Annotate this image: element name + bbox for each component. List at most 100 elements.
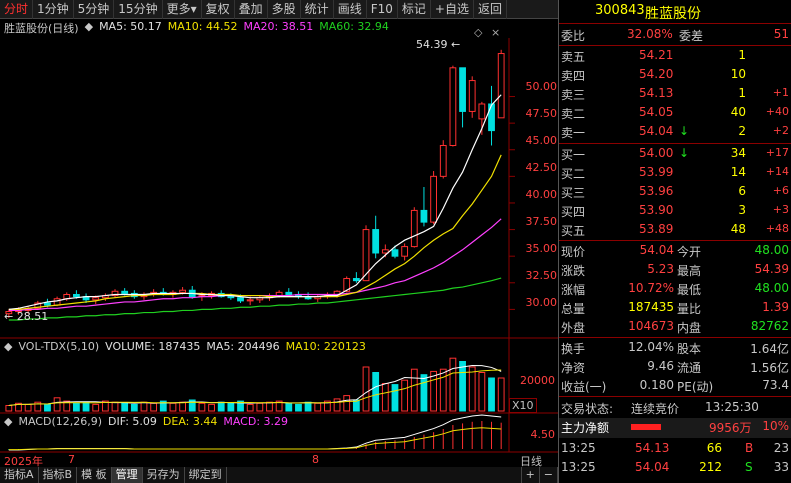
settings-diamond-icon[interactable]: ◆ bbox=[4, 340, 12, 353]
stat-label: 量比 bbox=[677, 302, 702, 316]
candle-body bbox=[468, 80, 476, 112]
level-price: 54.04 bbox=[639, 124, 674, 138]
candle-body bbox=[381, 249, 389, 254]
stock-code: 300843 bbox=[595, 3, 645, 18]
volume-bar bbox=[92, 403, 100, 412]
level-price: 53.99 bbox=[639, 165, 674, 179]
trade-time: 13:25:30 bbox=[705, 400, 759, 414]
volume-bar bbox=[449, 357, 457, 412]
tick-price: 54.04 bbox=[635, 460, 670, 474]
price-tick: 45.00 bbox=[525, 134, 558, 147]
level-change: +6 bbox=[772, 184, 789, 197]
tab-bind-to[interactable]: 绑定到 bbox=[185, 467, 227, 483]
price-axis: 50.00 47.50 45.00 42.50 40.00 37.50 35.0… bbox=[509, 0, 558, 338]
zoom-in-icon[interactable]: + bbox=[520, 467, 540, 483]
volume-ma10: MA10: 220123 bbox=[285, 340, 366, 353]
volume-bar bbox=[82, 401, 90, 412]
volume-bar bbox=[468, 366, 476, 412]
level-label: 买三 bbox=[561, 186, 586, 200]
volume-value: VOLUME: 187435 bbox=[105, 340, 201, 353]
volume-bar bbox=[343, 395, 351, 412]
order-level[interactable]: 买一 54.00 ↓ 34 +17 bbox=[559, 145, 791, 164]
order-level[interactable]: 卖二 54.05 40 +40 bbox=[559, 104, 791, 123]
stat-label: 净资 bbox=[561, 361, 586, 375]
volume-bar bbox=[179, 401, 186, 412]
volume-bar bbox=[314, 402, 322, 412]
tick-row: 13:25 54.13 66 B 23 bbox=[559, 440, 791, 459]
level-volume: 1 bbox=[738, 86, 746, 100]
macd-dif: DIF: 5.09 bbox=[108, 415, 157, 428]
weibi-value: 32.08% bbox=[627, 27, 673, 41]
volume-bar bbox=[73, 402, 80, 412]
stat-label: PE(动) bbox=[677, 380, 714, 394]
volume-bar bbox=[478, 372, 486, 412]
stat-value: 48.00 bbox=[754, 243, 789, 257]
candle-body bbox=[410, 209, 418, 248]
volume-bar bbox=[198, 402, 206, 412]
price-tick: 35.00 bbox=[525, 242, 558, 255]
stat-row: 收益(一) 0.180 PE(动) 73.4 bbox=[559, 377, 791, 396]
settings-diamond-icon[interactable]: ◆ bbox=[4, 415, 12, 428]
zoom-out-icon[interactable]: − bbox=[540, 467, 558, 483]
trade-status: 连续竞价 bbox=[631, 402, 680, 416]
volume-bar bbox=[169, 402, 177, 412]
stat-label: 总量 bbox=[561, 302, 586, 316]
tab-save-as[interactable]: 另存为 bbox=[143, 467, 185, 483]
main-flow-value: 9956万 bbox=[709, 421, 752, 435]
volume-bar bbox=[488, 377, 495, 412]
close-icon[interactable]: × bbox=[491, 26, 500, 39]
level-price: 53.90 bbox=[639, 203, 674, 217]
diamond-icon[interactable]: ◇ bbox=[474, 26, 482, 39]
volume-bar bbox=[217, 401, 225, 412]
level-price: 54.05 bbox=[639, 105, 674, 119]
tick-time: 13:25 bbox=[561, 460, 596, 474]
candle-body bbox=[285, 291, 293, 295]
order-level[interactable]: 买三 53.96 6 +6 bbox=[559, 183, 791, 202]
level-label: 卖一 bbox=[561, 126, 586, 140]
order-level[interactable]: 卖五 54.21 1 bbox=[559, 47, 791, 66]
candle-body bbox=[227, 296, 235, 299]
tab-indicator-b[interactable]: 指标B bbox=[39, 467, 78, 483]
volume-bar bbox=[459, 361, 466, 412]
ask-book: 卖五 54.21 1 卖四 54.20 10 卖三 54.13 1 +1 卖二 54.05 40 +40 卖… bbox=[559, 47, 791, 143]
stat-value: 12.04% bbox=[628, 340, 674, 354]
time-axis-month-7: 7 bbox=[68, 453, 75, 466]
level-change: +1 bbox=[772, 86, 789, 99]
stat-value: 9.46 bbox=[647, 359, 674, 373]
order-level[interactable]: 买四 53.90 3 +3 bbox=[559, 202, 791, 221]
volume-bar bbox=[5, 405, 13, 412]
tick-count: 33 bbox=[773, 460, 789, 474]
volume-bar bbox=[208, 403, 215, 412]
price-tick: 42.50 bbox=[525, 161, 558, 174]
candle-body bbox=[237, 297, 244, 302]
volume-bar bbox=[111, 401, 119, 412]
level-volume: 10 bbox=[730, 67, 746, 81]
stats-table: 现价 54.04 今开 48.00 涨跌 5.23 最高 54.39 涨幅 10.72% 最低 48.… bbox=[559, 242, 791, 338]
stat-value: 1.39 bbox=[762, 300, 789, 314]
order-level[interactable]: 买五 53.89 48 +48 bbox=[559, 221, 791, 240]
volume-bar bbox=[381, 383, 389, 412]
volume-bar bbox=[121, 402, 129, 412]
candle-body bbox=[497, 53, 505, 119]
order-level[interactable]: 买二 53.99 14 +14 bbox=[559, 164, 791, 183]
candle-body bbox=[459, 67, 466, 112]
level-volume: 48 bbox=[730, 222, 746, 236]
order-level[interactable]: 卖三 54.13 1 +1 bbox=[559, 85, 791, 104]
order-level[interactable]: 卖四 54.20 10 bbox=[559, 66, 791, 85]
level-volume: 1 bbox=[738, 48, 746, 62]
tab-manage[interactable]: 管理 bbox=[111, 467, 143, 483]
order-level[interactable]: 卖一 54.04 ↓ 2 +2 bbox=[559, 123, 791, 142]
level-price: 54.20 bbox=[639, 67, 674, 81]
stat-label: 现价 bbox=[561, 245, 586, 259]
low-annotation: ← 28.51 bbox=[4, 310, 49, 323]
level-label: 卖五 bbox=[561, 50, 586, 64]
level-volume: 6 bbox=[738, 184, 746, 198]
tick-count: 23 bbox=[773, 441, 789, 455]
volume-bar bbox=[285, 402, 293, 412]
kline-chart[interactable] bbox=[0, 0, 558, 467]
volume-bar bbox=[295, 403, 302, 412]
candle-body bbox=[362, 229, 370, 282]
tab-indicator-a[interactable]: 指标A bbox=[0, 467, 39, 483]
tick-side: S bbox=[745, 460, 753, 474]
tab-template[interactable]: 模 板 bbox=[77, 467, 112, 483]
